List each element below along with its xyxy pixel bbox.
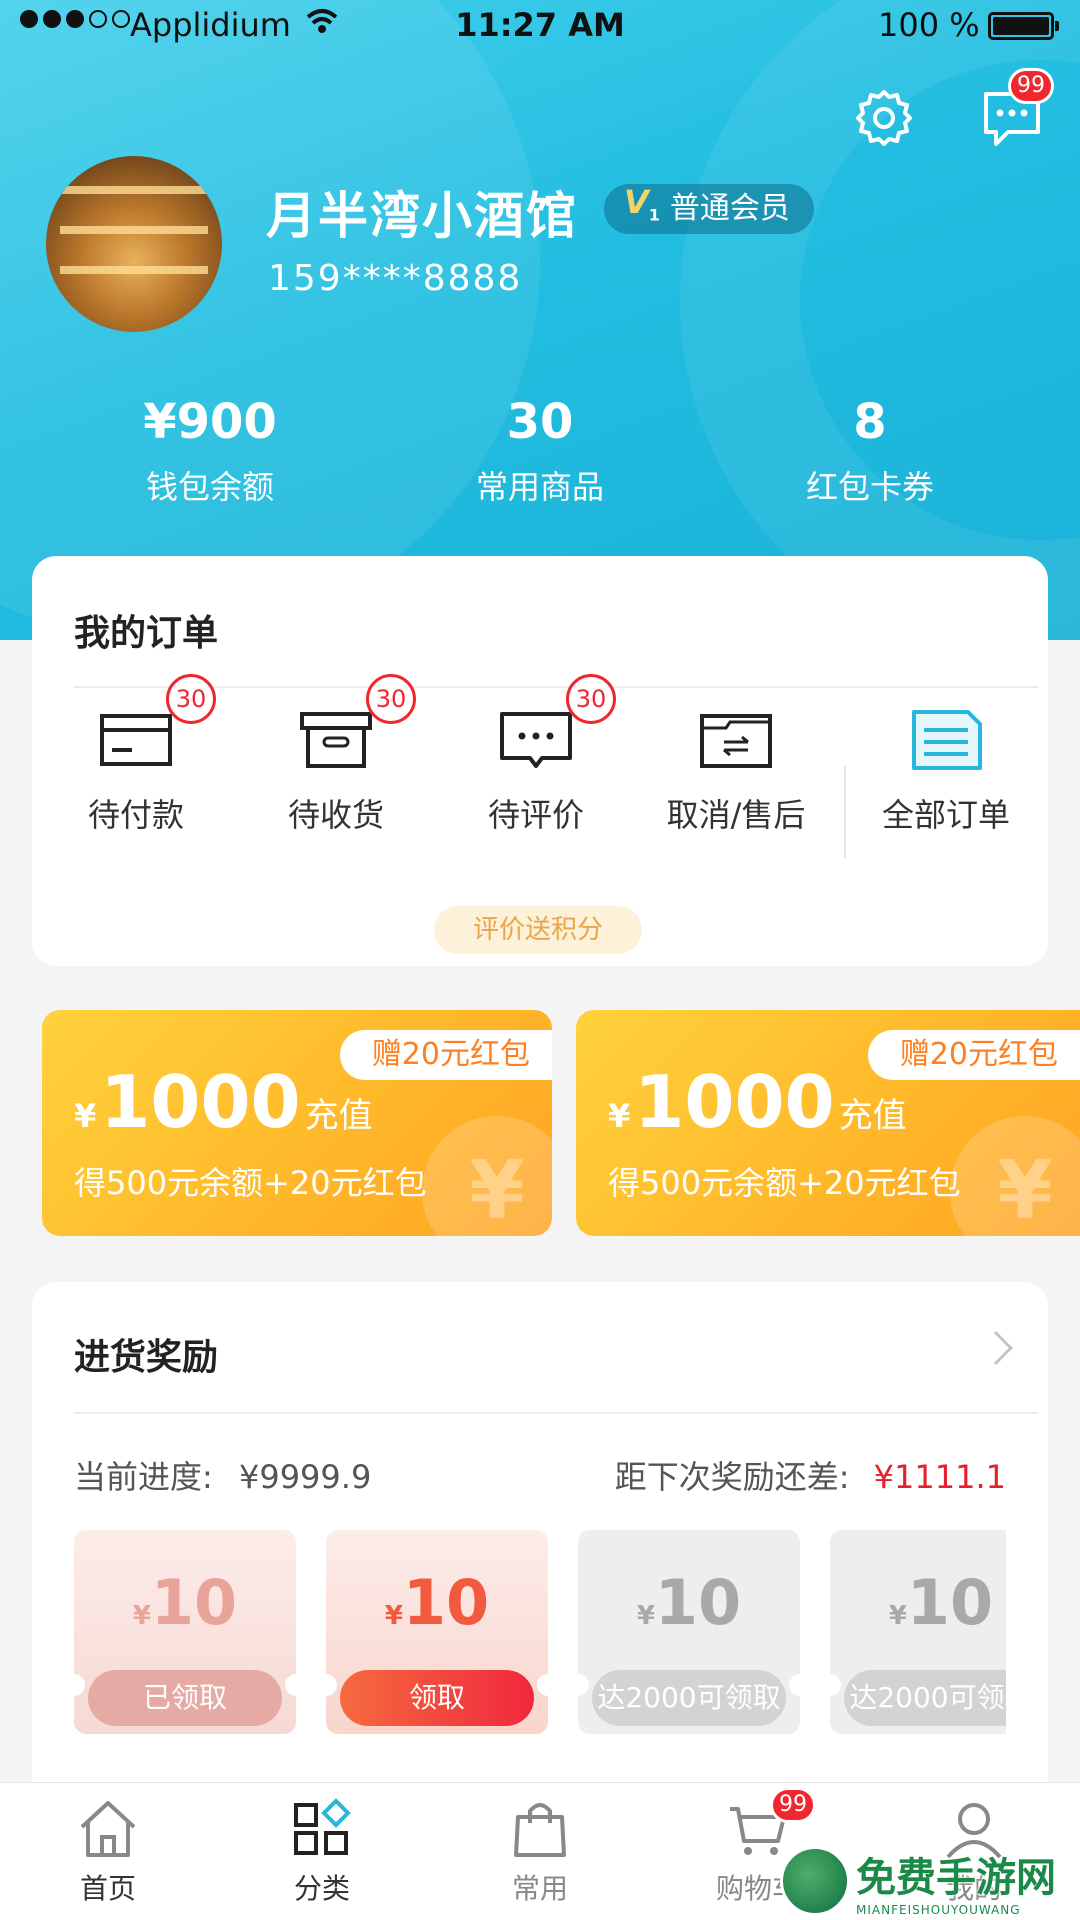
tab-label: 分类 — [293, 1872, 350, 1905]
return-icon — [700, 714, 772, 768]
coupon-claim-button[interactable]: 领取 — [340, 1670, 534, 1726]
coupon-locked-button[interactable]: 达2000可领取 — [592, 1670, 786, 1726]
order-count-badge: 30 — [566, 674, 616, 724]
reward-coupon: ¥10 达2000可领取 — [830, 1530, 1006, 1734]
rewards-title: 进货奖励 — [74, 1337, 219, 1378]
yuan-coin-icon: ¥ — [950, 1116, 1080, 1236]
coupon-amount: ¥10 — [384, 1566, 490, 1639]
settings-button[interactable] — [852, 86, 916, 150]
box-icon — [300, 712, 372, 768]
order-count-badge: 30 — [366, 674, 416, 724]
recharge-promo-card[interactable]: 赠20元红包 ¥ 1000 充值 得500元余额+20元红包 ¥ — [42, 1010, 552, 1236]
stat-value: 8 — [853, 394, 887, 450]
order-label: 待评价 — [487, 796, 584, 834]
status-bar: Applidium 11:27 AM 100 % — [0, 0, 1080, 50]
order-label: 待收货 — [287, 796, 384, 834]
promo-description: 得500元余额+20元红包 — [608, 1164, 961, 1202]
watermark-logo — [780, 1846, 850, 1916]
order-label: 取消/售后 — [666, 796, 806, 834]
header-decoration — [0, 0, 540, 640]
stat-frequent-products[interactable]: 30 常用商品 — [390, 394, 690, 508]
coupon-locked-button[interactable]: 达2000可领取 — [844, 1670, 1006, 1726]
orders-title: 我的订单 — [74, 613, 219, 654]
stat-label: 红包卡券 — [805, 468, 934, 506]
purchase-rewards-card: 进货奖励 当前进度: ¥9999.9 距下次奖励还差: ¥1111.1 ¥10 … — [32, 1282, 1048, 1802]
promo-amount: ¥ 1000 充值 — [608, 1060, 907, 1144]
coupon-amount: ¥10 — [132, 1566, 238, 1639]
order-label: 待付款 — [87, 796, 184, 834]
chevron-right-icon[interactable] — [979, 1331, 1013, 1365]
home-icon — [80, 1801, 136, 1857]
message-count-badge: 99 — [1008, 68, 1054, 104]
member-level-label: 普通会员 — [669, 191, 790, 226]
tab-frequent[interactable]: 常用 — [480, 1797, 600, 1907]
category-icon — [294, 1798, 351, 1855]
order-count-badge: 30 — [166, 674, 216, 724]
progress-label: 当前进度: — [74, 1458, 213, 1496]
orders-card: 我的订单 30 待付款 30 待收货 30 待评价 取消/售后 全部订单 评价送… — [32, 556, 1048, 966]
next-reward-value: ¥1111.1 — [873, 1458, 1006, 1496]
vip-level-icon: V1 — [624, 183, 660, 225]
order-pending-review[interactable]: 30 待评价 — [446, 674, 626, 836]
divider — [74, 686, 1038, 688]
reward-coupon: ¥10 达2000可领取 — [578, 1530, 800, 1734]
stat-wallet-balance[interactable]: ¥900 钱包余额 — [60, 394, 360, 508]
shop-name: 月半湾小酒馆 — [266, 187, 578, 245]
order-all[interactable]: 全部订单 — [856, 704, 1036, 836]
stat-value: 30 — [506, 394, 574, 450]
stat-coupons[interactable]: 8 红包卡券 — [720, 394, 1020, 508]
tab-label: 常用 — [511, 1872, 568, 1905]
yuan-coin-icon: ¥ — [422, 1116, 552, 1236]
tab-label: 首页 — [79, 1872, 136, 1905]
gear-icon — [856, 90, 912, 146]
card-icon — [100, 714, 172, 766]
member-level-badge[interactable]: V1 普通会员 — [604, 183, 814, 234]
next-reward-gap: 距下次奖励还差: ¥1111.1 — [615, 1452, 1006, 1498]
review-reward-tip: 评价送积分 — [434, 906, 642, 954]
divider — [844, 766, 846, 858]
tab-home[interactable]: 首页 — [48, 1797, 168, 1907]
tab-category[interactable]: 分类 — [262, 1797, 382, 1907]
stat-label: 常用商品 — [475, 468, 604, 506]
divider — [74, 1412, 1038, 1414]
battery-icon — [988, 12, 1059, 40]
coupon-clip: ¥10 达2000可领取 — [830, 1530, 1006, 1734]
order-label: 全部订单 — [881, 796, 1010, 834]
progress-value: ¥9999.9 — [238, 1458, 372, 1496]
profile-header: Applidium 11:27 AM 100 % 99 月半湾小酒馆 V1 普通… — [0, 0, 1080, 640]
stat-label: 钱包余额 — [145, 468, 274, 506]
coupon-claimed-button[interactable]: 已领取 — [88, 1670, 282, 1726]
bag-icon — [514, 1803, 566, 1857]
site-watermark: 免费手游网 MIANFEISHOUYOUWANG — [780, 1842, 1080, 1920]
promo-amount: ¥ 1000 充值 — [74, 1060, 373, 1144]
watermark-text: 免费手游网 MIANFEISHOUYOUWANG — [856, 1855, 1056, 1917]
order-pending-receipt[interactable]: 30 待收货 — [246, 674, 426, 836]
recharge-promo-card[interactable]: 赠20元红包 ¥ 1000 充值 得500元余额+20元红包 ¥ — [576, 1010, 1080, 1236]
battery-percent: 100 % — [878, 6, 980, 44]
messages-button[interactable]: 99 — [980, 68, 1054, 150]
stat-value: ¥900 — [143, 394, 277, 450]
avatar[interactable] — [46, 156, 222, 332]
coupon-amount: ¥10 — [888, 1566, 994, 1639]
phone-number: 159****8888 — [268, 258, 523, 299]
order-pending-payment[interactable]: 30 待付款 — [46, 674, 226, 836]
reward-coupon: ¥10 领取 — [326, 1530, 548, 1734]
order-refund-aftersale[interactable]: 取消/售后 — [646, 704, 826, 836]
promo-description: 得500元余额+20元红包 — [74, 1164, 427, 1202]
cart-count-badge: 99 — [770, 1787, 816, 1823]
reward-coupon: ¥10 已领取 — [74, 1530, 296, 1734]
next-reward-label: 距下次奖励还差: — [614, 1458, 850, 1496]
coupon-amount: ¥10 — [636, 1566, 742, 1639]
current-progress: 当前进度: ¥9999.9 — [74, 1452, 371, 1498]
comment-icon — [500, 712, 572, 768]
list-icon — [912, 710, 982, 770]
